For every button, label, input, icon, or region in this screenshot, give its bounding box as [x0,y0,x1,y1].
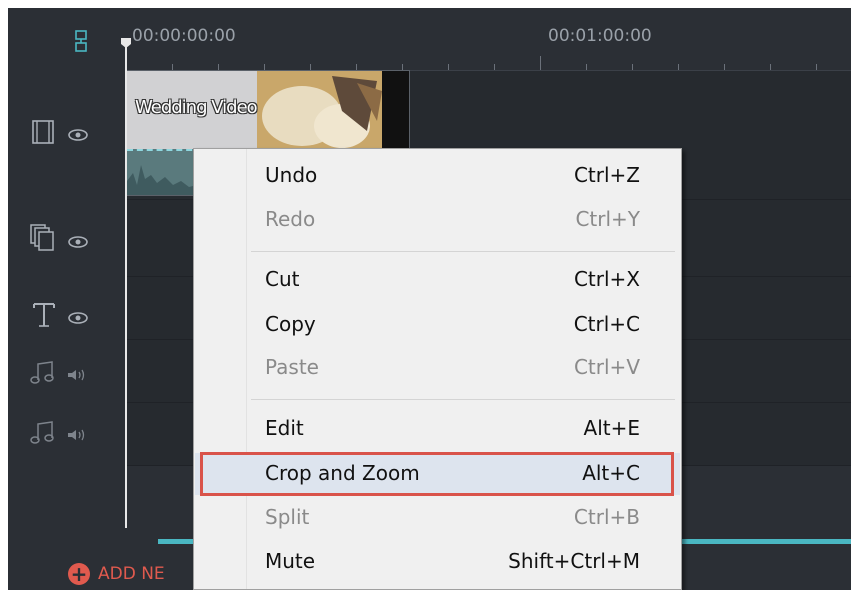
clip-title: Wedding Video [135,97,258,118]
menu-item-mute[interactable]: Mute Shift+Ctrl+M [195,541,680,583]
menu-item-label: Edit [265,416,304,440]
track-header-panel [8,8,126,590]
menu-item-label: Paste [265,355,319,379]
menu-item-shortcut: Shift+Ctrl+M [508,549,640,573]
text-icon [32,302,56,332]
menu-item-shortcut: Ctrl+Z [573,163,640,187]
menu-separator [251,399,675,400]
menu-item-shortcut: Ctrl+Y [575,207,640,231]
eye-icon[interactable] [68,126,88,145]
add-track-label: ADD NE [98,564,165,584]
snap-icon[interactable] [74,30,88,52]
menu-item-label: Undo [265,163,318,187]
speaker-icon[interactable] [66,367,88,386]
context-menu: Undo Ctrl+Z Redo Ctrl+Y Cut Ctrl+X Copy … [193,148,682,590]
menu-item-edit[interactable]: Edit Alt+E [195,408,680,450]
timecode-1min: 00:01:00:00 [548,26,652,46]
speaker-icon[interactable] [66,427,88,446]
film-icon [32,120,54,148]
clip-thumbnail-strip: Wedding Video [127,71,409,149]
layers-icon [30,224,56,256]
highlight-annotation-box [200,452,674,496]
menu-item-copy[interactable]: Copy Ctrl+C [195,304,680,346]
eye-icon[interactable] [68,309,88,328]
menu-item-label: Mute [265,549,316,573]
menu-item-redo[interactable]: Redo Ctrl+Y [195,199,680,241]
menu-separator [251,251,675,252]
menu-item-label: Split [265,505,310,529]
menu-item-split[interactable]: Split Ctrl+B [195,497,680,539]
menu-item-cut[interactable]: Cut Ctrl+X [195,259,680,301]
music-note-icon [30,360,56,390]
timeline-ruler[interactable]: 00:00:00:00 00:01:00:00 [126,8,851,71]
menu-item-shortcut: Ctrl+B [573,505,640,529]
playhead[interactable] [125,42,127,528]
menu-item-label: Redo [265,207,316,231]
menu-item-label: Cut [265,267,300,291]
menu-item-undo[interactable]: Undo Ctrl+Z [195,155,680,197]
menu-item-shortcut: Alt+E [583,416,640,440]
timecode-start: 00:00:00:00 [132,26,236,46]
menu-item-shortcut: Ctrl+X [573,267,640,291]
music-note-icon [30,420,56,450]
plus-icon: + [68,563,90,585]
add-track-button[interactable]: + ADD NE [68,563,165,585]
menu-item-shortcut: Ctrl+V [573,355,640,379]
eye-icon[interactable] [68,233,88,252]
menu-item-paste[interactable]: Paste Ctrl+V [195,347,680,389]
menu-item-shortcut: Ctrl+C [573,312,640,336]
menu-item-label: Copy [265,312,316,336]
